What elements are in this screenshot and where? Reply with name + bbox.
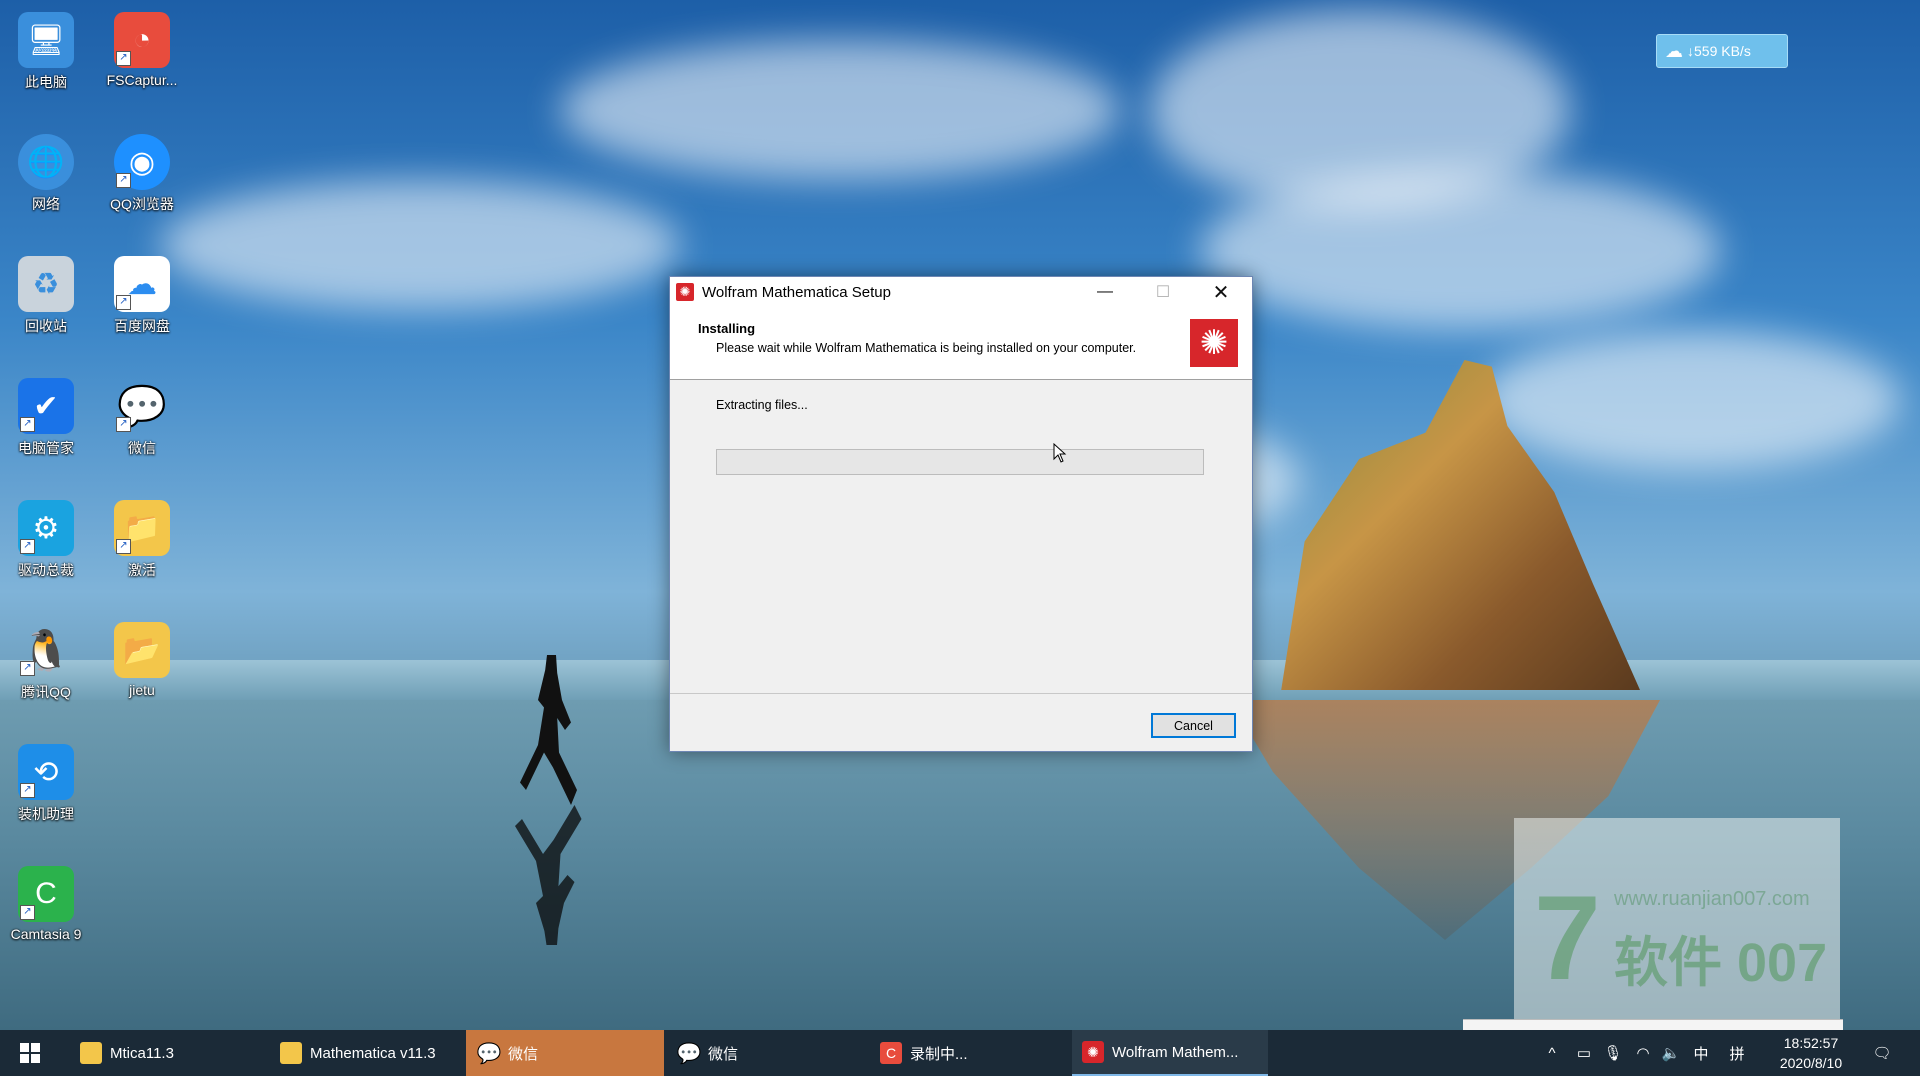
watermark-seven: 7 (1534, 871, 1601, 1005)
setup-window[interactable]: ✺ Wolfram Mathematica Setup — ☐ ✕ Instal… (669, 276, 1253, 752)
recycle-bin-icon: ♻ (18, 256, 74, 312)
desktop-icon-qq[interactable]: 🐧 ↗ 腾讯QQ (0, 622, 92, 702)
microphone-icon[interactable]: 🎙 (1598, 1030, 1628, 1076)
clock-time: 18:52:57 (1783, 1035, 1839, 1051)
battery-icon[interactable]: ▭ (1568, 1030, 1600, 1076)
clock-date: 2020/8/10 (1779, 1055, 1843, 1071)
desktop-icon-this-pc[interactable]: 🖥 此电脑 (0, 12, 92, 92)
wechat-icon: 💬 ↗ (114, 378, 170, 434)
wolfram-icon: ✺ (1082, 1041, 1104, 1063)
wolfram-icon: ✺ (676, 283, 694, 301)
start-button[interactable] (0, 1030, 60, 1076)
taskbar-item-mathematica-folder[interactable]: Mathematica v11.3 (270, 1030, 465, 1076)
folder-icon (80, 1042, 102, 1064)
window-titlebar[interactable]: ✺ Wolfram Mathematica Setup — ☐ ✕ (670, 277, 1252, 307)
desktop-icon-qq-browser[interactable]: ◉ ↗ QQ浏览器 (96, 134, 188, 214)
desktop-icon-network[interactable]: 🌐 网络 (0, 134, 92, 214)
close-button[interactable]: ✕ (1192, 277, 1250, 307)
desktop-icon-camtasia[interactable]: C ↗ Camtasia 9 (0, 866, 92, 942)
baidu-cloud-icon: ☁ (1665, 40, 1683, 61)
window-title: Wolfram Mathematica Setup (702, 283, 891, 301)
notification-center-icon[interactable]: 🗨 (1862, 1030, 1902, 1076)
taskbar-clock[interactable]: 18:52:57 2020/8/10 (1766, 1033, 1856, 1073)
desktop-icon-recycle-bin[interactable]: ♻ 回收站 (0, 256, 92, 336)
wechat-icon: 💬 (476, 1042, 502, 1065)
activate-icon: 📁 ↗ (114, 500, 170, 556)
qq-browser-icon: ◉ ↗ (114, 134, 170, 190)
wizard-header-subtitle: Please wait while Wolfram Mathematica is… (716, 341, 1137, 355)
minimize-button[interactable]: — (1076, 277, 1134, 307)
network-speed-text: ↓559 KB/s (1687, 43, 1751, 59)
camtasia-icon: C ↗ (18, 866, 74, 922)
wolfram-logo-icon: ✺ (1190, 319, 1238, 367)
install-assistant-icon: ⟲ ↗ (18, 744, 74, 800)
install-progress-bar (716, 449, 1204, 475)
watermark-brand: 软件 007 (1614, 933, 1828, 993)
network-speed-widget[interactable]: ☁ ↓559 KB/s (1656, 34, 1788, 68)
fscapture-icon: ◔ ↗ (114, 12, 170, 68)
desktop-icon-install-assistant[interactable]: ⟲ ↗ 装机助理 (0, 744, 92, 824)
desktop-icon-fscapture[interactable]: ◔ ↗ FSCaptur... (96, 12, 188, 88)
taskbar: Mtica11.3 Mathematica v11.3 💬 微信 💬 微信 C … (0, 1030, 1920, 1076)
cancel-button[interactable]: Cancel (1151, 713, 1236, 738)
wizard-header-title: Installing (698, 321, 756, 336)
wechat-icon: 💬 (676, 1042, 702, 1065)
desktop-icon-jietu[interactable]: 📂 jietu (96, 622, 188, 698)
watermark: 7 www.ruanjian007.com 软件 007 (1514, 818, 1840, 1028)
ime-language[interactable]: 中 (1686, 1030, 1716, 1076)
install-status: Extracting files... (716, 398, 808, 412)
taskbar-item-wechat[interactable]: 💬 微信 (666, 1030, 864, 1076)
pc-manager-icon: ✔ ↗ (18, 378, 74, 434)
desktop-icon-baidu-netdisk[interactable]: ☁ ↗ 百度网盘 (96, 256, 188, 336)
wizard-header: Installing Please wait while Wolfram Mat… (670, 307, 1252, 380)
taskbar-item-mtica[interactable]: Mtica11.3 (70, 1030, 260, 1076)
desktop-icon-activate[interactable]: 📁 ↗ 激活 (96, 500, 188, 580)
taskbar-item-recording[interactable]: C 录制中... (868, 1030, 1066, 1076)
driver-icon: ⚙ ↗ (18, 500, 74, 556)
folder-icon: 📂 (114, 622, 170, 678)
footer-divider (670, 693, 1252, 694)
volume-icon[interactable]: 🔈 (1656, 1030, 1686, 1076)
desktop-icon-pc-manager[interactable]: ✔ ↗ 电脑管家 (0, 378, 92, 458)
desktop-icon-driver[interactable]: ⚙ ↗ 驱动总裁 (0, 500, 92, 580)
windows-logo-icon (20, 1043, 40, 1063)
watermark-url: www.ruanjian007.com (1614, 888, 1810, 910)
computer-icon: 🖥 (18, 12, 74, 68)
taskbar-item-wolfram[interactable]: ✺ Wolfram Mathem... (1072, 1030, 1268, 1076)
maximize-button[interactable]: ☐ (1134, 277, 1192, 307)
desktop-icon-wechat[interactable]: 💬 ↗ 微信 (96, 378, 188, 458)
qq-icon: 🐧 ↗ (18, 622, 74, 678)
ime-mode[interactable]: 拼 (1722, 1030, 1752, 1076)
baidu-netdisk-icon: ☁ ↗ (114, 256, 170, 312)
show-hidden-icons-button[interactable]: ^ (1536, 1030, 1568, 1076)
network-icon: 🌐 (18, 134, 74, 190)
mouse-cursor (1053, 442, 1067, 468)
folder-icon (280, 1042, 302, 1064)
taskbar-item-wechat-flashing[interactable]: 💬 微信 (466, 1030, 664, 1076)
wifi-icon[interactable]: ◠ (1628, 1030, 1658, 1076)
camtasia-recorder-icon: C (880, 1042, 902, 1064)
